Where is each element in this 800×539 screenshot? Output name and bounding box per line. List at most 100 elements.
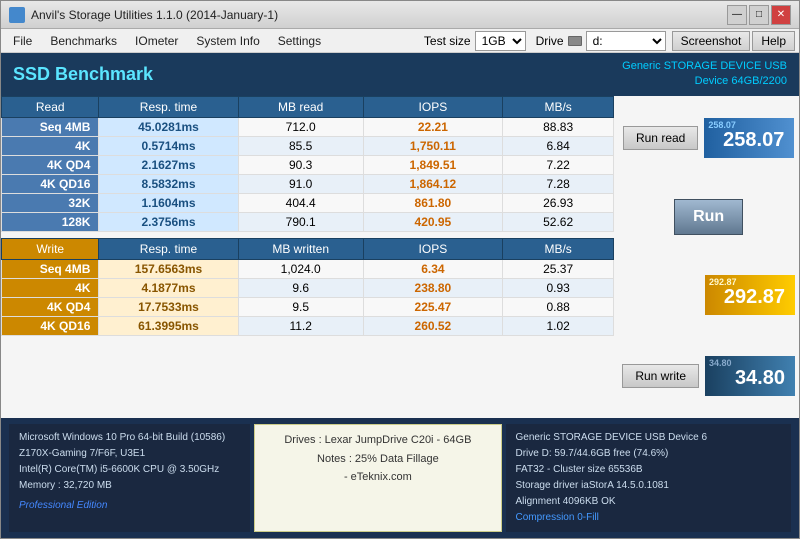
write-iops-header: IOPS: [363, 238, 502, 259]
write-row-label: 4K: [2, 278, 99, 297]
drive-label: Drive: [536, 34, 564, 48]
resp-time-header: Resp. time: [99, 96, 238, 117]
read-table-row: 32K 1.1604ms 404.4 861.80 26.93: [2, 193, 614, 212]
ssd-header: SSD Benchmark Generic STORAGE DEVICE USB…: [1, 53, 799, 96]
read-mbs: 88.83: [502, 117, 613, 136]
write-resp-time: 157.6563ms: [99, 259, 238, 278]
device-info-line4: Storage driver iaStorA 14.5.0.1081: [516, 478, 782, 494]
device-info-line1: Generic STORAGE DEVICE USB Device 6: [516, 430, 782, 446]
read-mb: 790.1: [238, 212, 363, 231]
read-iops: 420.95: [363, 212, 502, 231]
help-button[interactable]: Help: [752, 31, 795, 51]
read-table-row: 128K 2.3756ms 790.1 420.95 52.62: [2, 212, 614, 231]
read-mbs: 7.22: [502, 155, 613, 174]
write-table-row: 4K 4.1877ms 9.6 238.80 0.93: [2, 278, 614, 297]
iops-header: IOPS: [363, 96, 502, 117]
read-resp-time: 8.5832ms: [99, 174, 238, 193]
minimize-button[interactable]: —: [727, 5, 747, 25]
read-mbs: 52.62: [502, 212, 613, 231]
write-row-label: Seq 4MB: [2, 259, 99, 278]
write-mb: 9.5: [238, 297, 363, 316]
device-info: Generic STORAGE DEVICE USB Device 64GB/2…: [622, 59, 787, 90]
read-resp-time: 2.3756ms: [99, 212, 238, 231]
read-table-row: Seq 4MB 45.0281ms 712.0 22.21 88.83: [2, 117, 614, 136]
read-iops: 861.80: [363, 193, 502, 212]
write-table-row: 4K QD4 17.7533ms 9.5 225.47 0.88: [2, 297, 614, 316]
test-size-select[interactable]: 1GB: [475, 31, 526, 51]
write-iops: 6.34: [363, 259, 502, 278]
write-row-label: 4K QD16: [2, 316, 99, 335]
read-table-row: 4K QD16 8.5832ms 91.0 1,864.12 7.28: [2, 174, 614, 193]
title-bar: Anvil's Storage Utilities 1.1.0 (2014-Ja…: [1, 1, 799, 29]
read-row-label: 4K QD16: [2, 174, 99, 193]
read-header: Read: [2, 96, 99, 117]
read-mb: 91.0: [238, 174, 363, 193]
read-resp-time: 1.1604ms: [99, 193, 238, 212]
pro-edition-label: Professional Edition: [19, 498, 240, 514]
bottom-sys-info: Microsoft Windows 10 Pro 64-bit Build (1…: [9, 424, 250, 532]
write-resp-time-header: Resp. time: [99, 238, 238, 259]
menu-iometer[interactable]: IOmeter: [127, 32, 186, 50]
write-table: Write Resp. time MB written IOPS MB/s Se…: [1, 238, 614, 336]
maximize-button[interactable]: □: [749, 5, 769, 25]
write-iops: 260.52: [363, 316, 502, 335]
read-mb: 85.5: [238, 136, 363, 155]
write-iops: 238.80: [363, 278, 502, 297]
device-line1: Generic STORAGE DEVICE USB: [622, 59, 787, 74]
read-mb: 712.0: [238, 117, 363, 136]
write-mbs-header: MB/s: [502, 238, 613, 259]
main-window: Anvil's Storage Utilities 1.1.0 (2014-Ja…: [0, 0, 800, 539]
mbs-header: MB/s: [502, 96, 613, 117]
read-score-box: 258.07 258.07: [704, 118, 794, 158]
hdd-icon: [568, 36, 582, 46]
read-table-row: 4K 0.5714ms 85.5 1,750.11 6.84: [2, 136, 614, 155]
device-info-line6: Compression 0-Fill: [516, 510, 782, 526]
read-row-label: Seq 4MB: [2, 117, 99, 136]
write-mbs: 0.88: [502, 297, 613, 316]
write-resp-time: 4.1877ms: [99, 278, 238, 297]
read-iops: 1,864.12: [363, 174, 502, 193]
read-row-label: 32K: [2, 193, 99, 212]
menu-bar: File Benchmarks IOmeter System Info Sett…: [1, 29, 799, 53]
run-read-button[interactable]: Run read: [623, 126, 698, 150]
read-resp-time: 2.1627ms: [99, 155, 238, 174]
read-table: Read Resp. time MB read IOPS MB/s Seq 4M…: [1, 96, 614, 232]
ssd-benchmark-title: SSD Benchmark: [13, 64, 153, 85]
read-iops: 1,849.51: [363, 155, 502, 174]
read-resp-time: 45.0281ms: [99, 117, 238, 136]
device-info-line5: Alignment 4096KB OK: [516, 494, 782, 510]
read-mb: 90.3: [238, 155, 363, 174]
write-score-label: 34.80: [709, 358, 732, 368]
write-mbs: 1.02: [502, 316, 613, 335]
read-row-label: 128K: [2, 212, 99, 231]
app-icon: [9, 7, 25, 23]
total-score-value: 292.87: [724, 286, 785, 308]
menu-file[interactable]: File: [5, 32, 40, 50]
run-write-button[interactable]: Run write: [622, 364, 699, 388]
read-iops: 22.21: [363, 117, 502, 136]
drives-line3: - eTeknix.com: [267, 468, 488, 487]
write-resp-time: 61.3995ms: [99, 316, 238, 335]
menu-benchmarks[interactable]: Benchmarks: [42, 32, 125, 50]
tables-area: Read Resp. time MB read IOPS MB/s Seq 4M…: [1, 96, 614, 418]
main-content: Read Resp. time MB read IOPS MB/s Seq 4M…: [1, 96, 799, 538]
read-score-value: 258.07: [723, 129, 784, 151]
read-resp-time: 0.5714ms: [99, 136, 238, 155]
close-button[interactable]: ✕: [771, 5, 791, 25]
write-row-label: 4K QD4: [2, 297, 99, 316]
sys-line-3: Intel(R) Core(TM) i5-6600K CPU @ 3.50GHz: [19, 462, 240, 478]
read-mb: 404.4: [238, 193, 363, 212]
window-title: Anvil's Storage Utilities 1.1.0 (2014-Ja…: [31, 8, 278, 22]
test-size-label: Test size: [424, 34, 471, 48]
run-button[interactable]: Run: [674, 199, 743, 235]
bottom-area: Microsoft Windows 10 Pro 64-bit Build (1…: [1, 418, 799, 538]
menu-system-info[interactable]: System Info: [188, 32, 267, 50]
read-row-label: 4K: [2, 136, 99, 155]
drive-select[interactable]: d:: [586, 31, 666, 51]
read-score-label: 258.07: [708, 120, 736, 130]
menu-settings[interactable]: Settings: [270, 32, 329, 50]
sys-line-1: Microsoft Windows 10 Pro 64-bit Build (1…: [19, 430, 240, 446]
screenshot-button[interactable]: Screenshot: [672, 31, 751, 51]
mb-written-header: MB written: [238, 238, 363, 259]
write-mbs: 0.93: [502, 278, 613, 297]
